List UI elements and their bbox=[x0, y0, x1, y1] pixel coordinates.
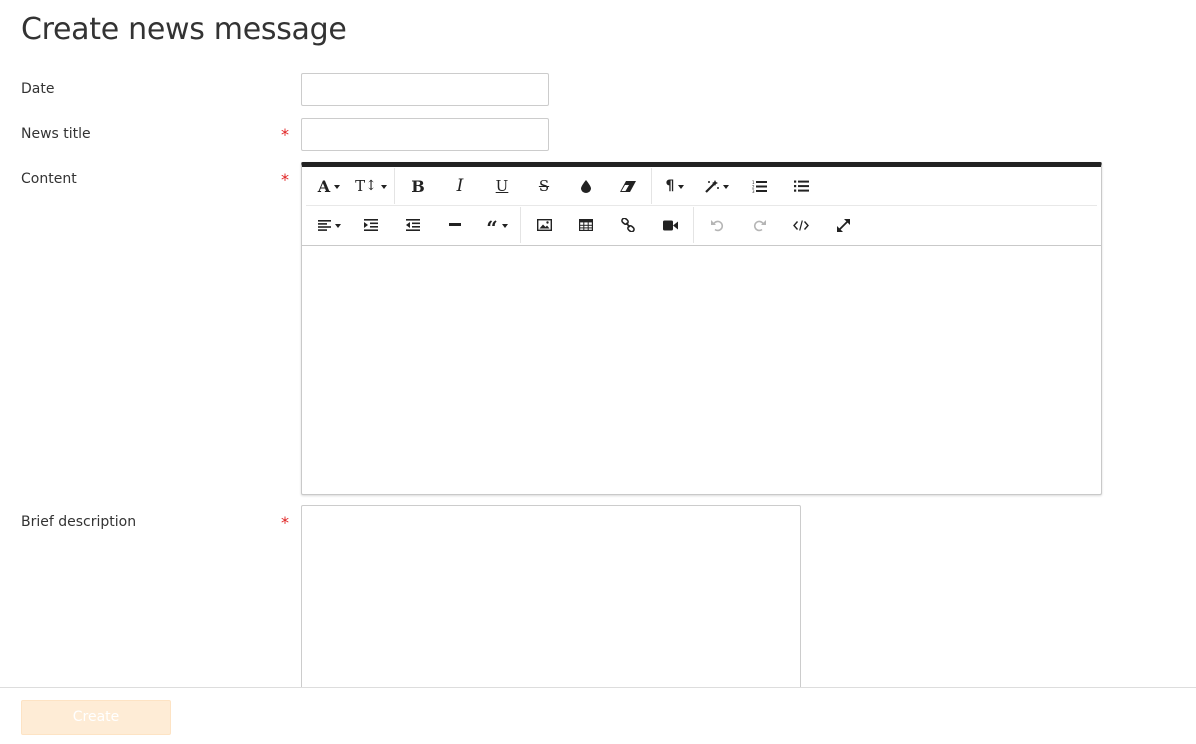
svg-text:3: 3 bbox=[752, 189, 755, 193]
brief-description-row: Brief description * bbox=[21, 505, 321, 535]
align-icon[interactable] bbox=[308, 207, 350, 243]
content-row: Content * bbox=[21, 163, 321, 193]
news-title-row: News title * bbox=[21, 118, 1196, 153]
toolbar-row-2: “ bbox=[306, 206, 1097, 244]
quote-icon[interactable]: “ bbox=[476, 207, 518, 243]
toolbar-group-format: “ bbox=[306, 207, 520, 243]
toolbar-group-misc bbox=[693, 207, 866, 243]
rich-text-editor: A T ↕ B I U S ¶ 1 2 3 “ bbox=[301, 162, 1102, 495]
required-mark: * bbox=[281, 513, 289, 532]
redo-icon[interactable] bbox=[738, 207, 780, 243]
eraser-icon[interactable] bbox=[607, 168, 649, 204]
content-label: Content bbox=[21, 171, 77, 187]
table-icon[interactable] bbox=[565, 207, 607, 243]
font-name-icon[interactable]: A bbox=[308, 168, 350, 204]
toolbar-row-1: A T ↕ B I U S ¶ 1 2 3 bbox=[306, 167, 1097, 206]
bold-icon[interactable]: B bbox=[397, 168, 439, 204]
brief-description-textarea[interactable] bbox=[301, 505, 801, 705]
ordered-list-icon[interactable]: 123 bbox=[738, 168, 780, 204]
date-input[interactable] bbox=[301, 73, 549, 106]
indent-icon[interactable] bbox=[350, 207, 392, 243]
page-title: Create news message bbox=[21, 12, 347, 47]
news-title-input[interactable] bbox=[301, 118, 549, 151]
undo-icon[interactable] bbox=[696, 207, 738, 243]
video-icon[interactable] bbox=[649, 207, 691, 243]
code-view-icon[interactable] bbox=[780, 207, 822, 243]
toolbar-group-insert bbox=[520, 207, 693, 243]
toolbar-group-style: B I U S bbox=[394, 168, 651, 204]
create-button[interactable]: Create bbox=[21, 700, 171, 735]
create-news-page: Create news message Date News title * Co… bbox=[0, 0, 1196, 744]
required-mark: * bbox=[281, 170, 289, 189]
underline-icon[interactable]: U bbox=[481, 168, 523, 204]
toolbar-group-paragraph: ¶ 123 bbox=[651, 168, 824, 204]
outdent-icon[interactable] bbox=[392, 207, 434, 243]
font-size-icon[interactable]: T ↕ bbox=[350, 168, 392, 204]
magic-style-icon[interactable] bbox=[696, 168, 738, 204]
date-row: Date bbox=[21, 73, 1196, 108]
horizontal-rule-icon[interactable] bbox=[434, 207, 476, 243]
italic-icon[interactable]: I bbox=[439, 168, 481, 204]
unordered-list-icon[interactable] bbox=[780, 168, 822, 204]
date-label: Date bbox=[21, 81, 55, 97]
editor-content-area[interactable] bbox=[302, 245, 1101, 493]
paragraph-icon[interactable]: ¶ bbox=[654, 168, 696, 204]
toolbar-group-font: A T ↕ bbox=[306, 168, 394, 204]
news-title-label: News title bbox=[21, 126, 91, 142]
strikethrough-icon[interactable]: S bbox=[523, 168, 565, 204]
brief-description-label: Brief description bbox=[21, 514, 137, 530]
color-drop-icon[interactable] bbox=[565, 168, 607, 204]
form-footer: Create bbox=[0, 687, 1196, 744]
fullscreen-icon[interactable] bbox=[822, 207, 864, 243]
required-mark: * bbox=[281, 125, 289, 144]
link-icon[interactable] bbox=[607, 207, 649, 243]
image-icon[interactable] bbox=[523, 207, 565, 243]
editor-toolbar: A T ↕ B I U S ¶ 1 2 3 “ bbox=[302, 167, 1101, 246]
